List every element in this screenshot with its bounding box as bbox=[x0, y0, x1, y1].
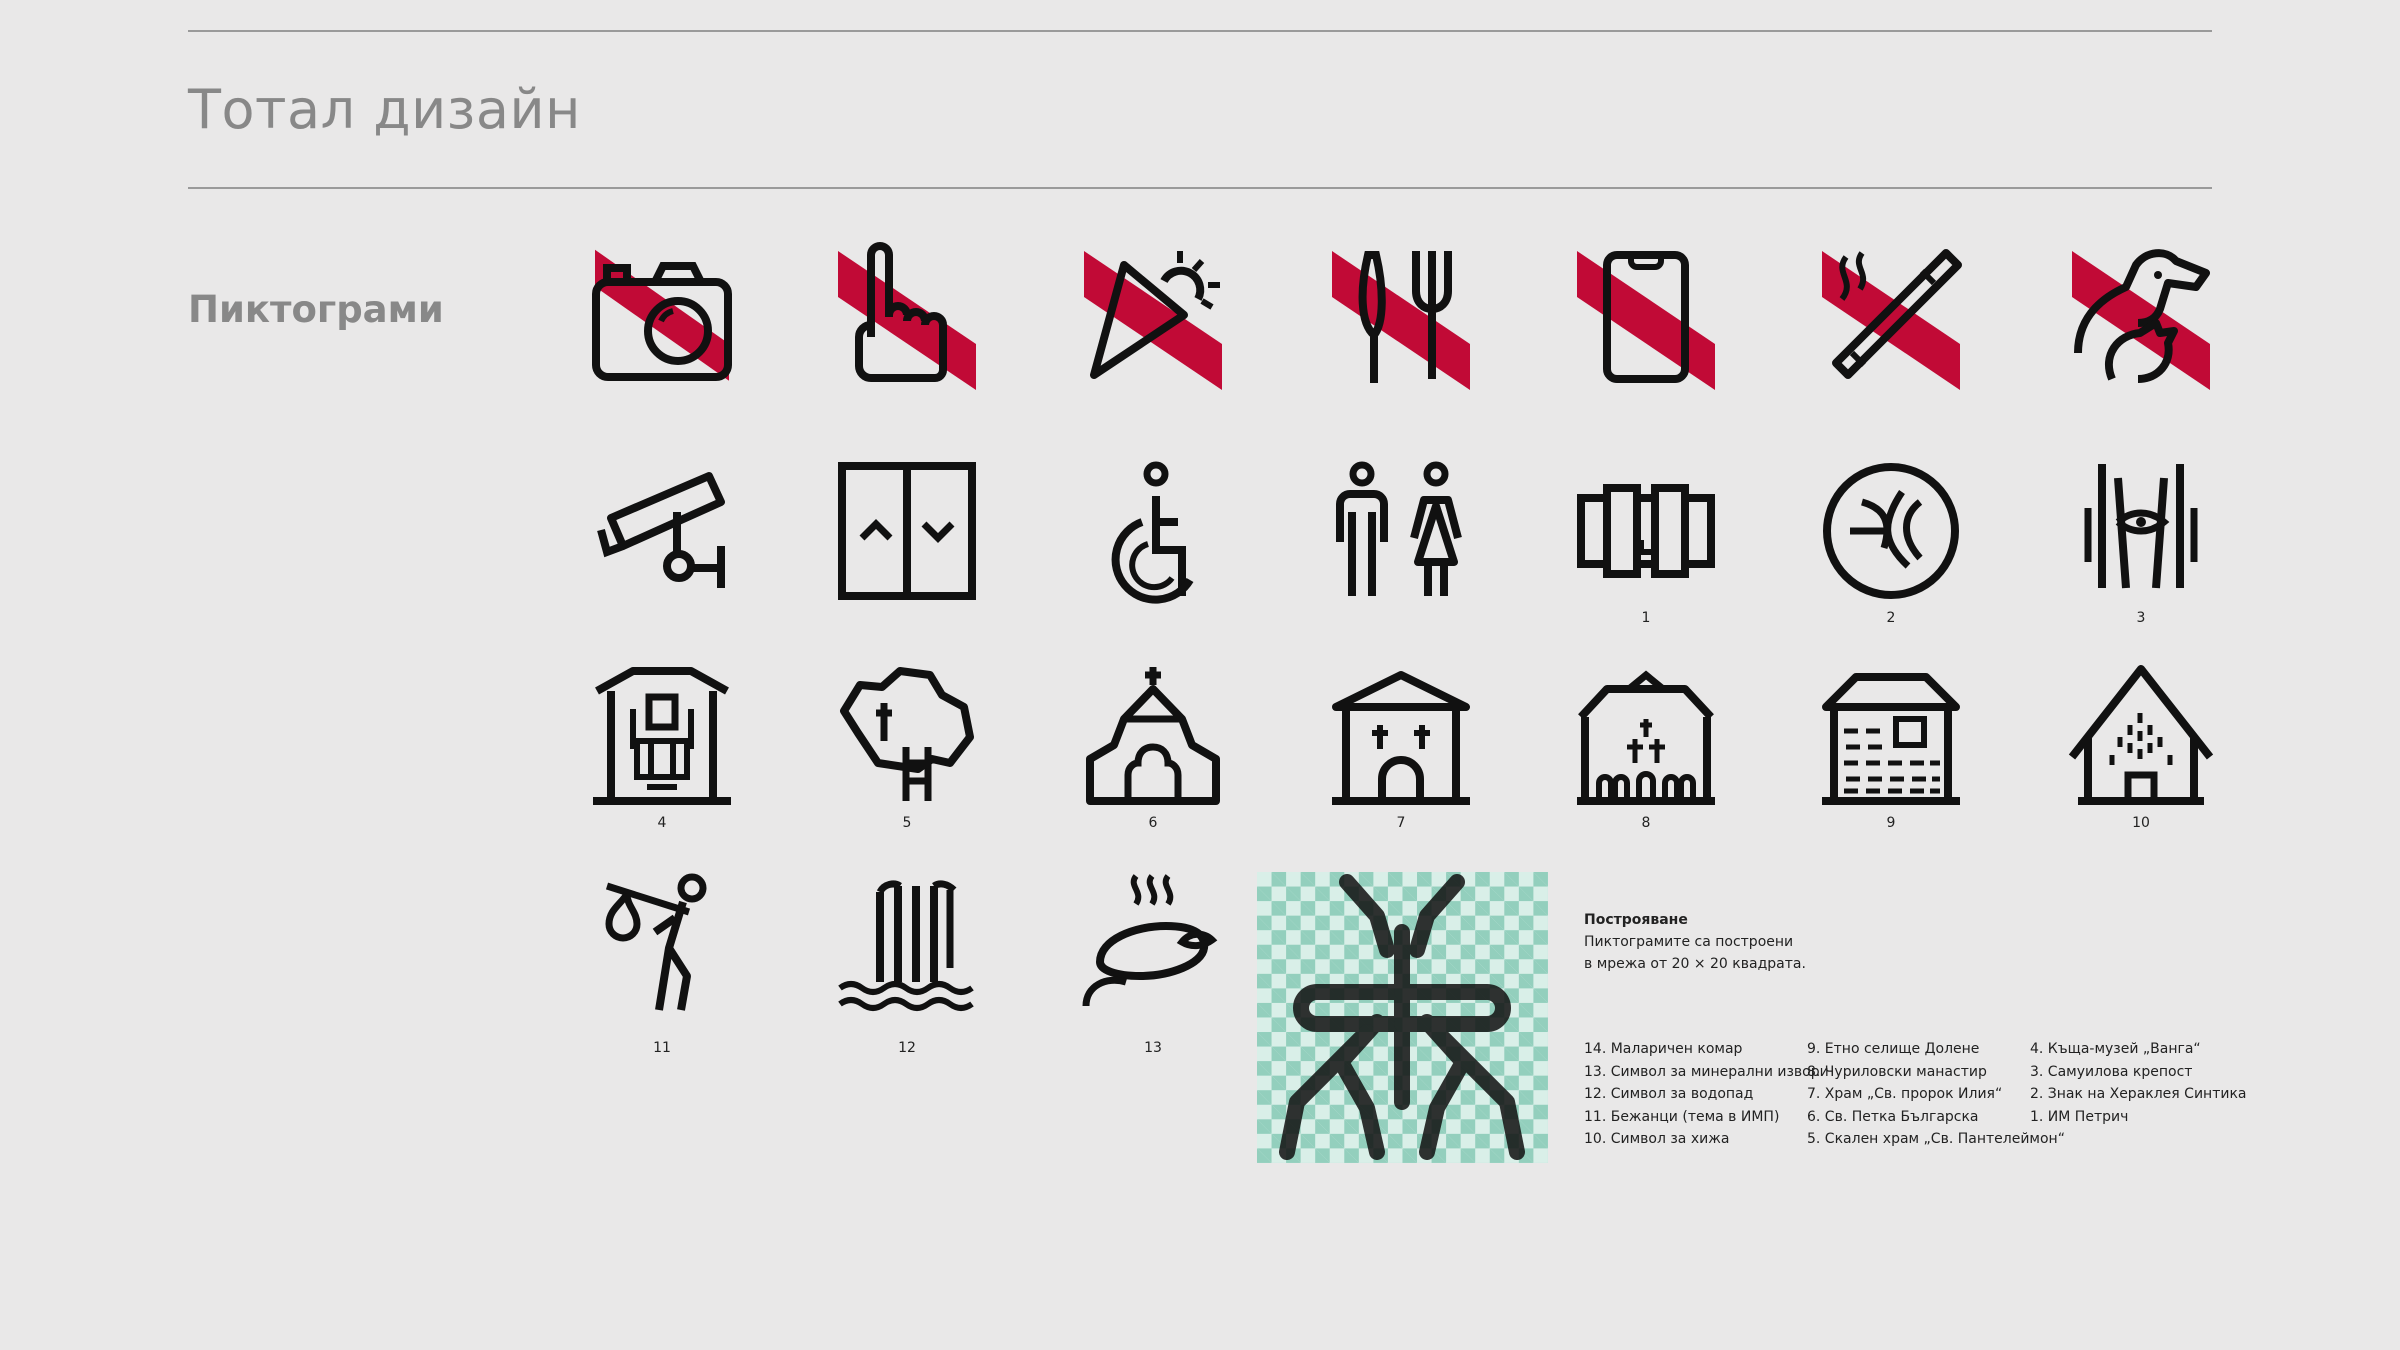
mineral-spring-icon bbox=[1082, 872, 1222, 1010]
legend-column: 14. Маларичен комар 13. Символ за минера… bbox=[1584, 1038, 1829, 1151]
pictogram-number: 10 bbox=[2132, 815, 2150, 831]
pictogram-number: 6 bbox=[1148, 815, 1158, 831]
waterfall-icon bbox=[838, 872, 976, 1011]
legend-item: 2. Знак на Хераклея Синтика bbox=[2030, 1086, 2247, 1102]
heraclea-sign-icon bbox=[2072, 462, 2210, 600]
no-phone-icon bbox=[1577, 245, 1715, 390]
pictogram-number: 5 bbox=[902, 815, 912, 831]
temple-icon bbox=[1332, 667, 1470, 805]
malaria-mosquito-icon bbox=[1279, 874, 1525, 1160]
note-heading: Построяване bbox=[1584, 912, 1688, 928]
church-icon bbox=[1084, 667, 1222, 805]
legend-item: 9. Етно селище Долене bbox=[1807, 1041, 1980, 1057]
pictogram-number: 12 bbox=[898, 1040, 916, 1056]
pictogram-number: 13 bbox=[1144, 1040, 1162, 1056]
pictogram-number: 3 bbox=[2136, 610, 2146, 626]
refugee-icon bbox=[593, 872, 731, 1011]
legend-item: 3. Самуилова крепост bbox=[2030, 1063, 2193, 1080]
note-line: Пиктограмите са построени bbox=[1584, 934, 1794, 950]
security-camera-icon bbox=[593, 462, 731, 600]
pictogram-number: 11 bbox=[653, 1040, 671, 1056]
construction-note: Построяване Пиктограмите са построени в … bbox=[1584, 909, 1944, 975]
pictogram-number: 8 bbox=[1641, 815, 1651, 831]
pictogram-number: 4 bbox=[657, 815, 667, 831]
monastery-icon bbox=[1577, 667, 1715, 805]
rock-church-icon bbox=[838, 667, 976, 805]
legend-item: 4. Къща-музей „Ванга“ bbox=[2030, 1041, 2201, 1057]
no-smoking-icon bbox=[1822, 245, 1962, 390]
note-line: в мрежа от 20 × 20 квадрата. bbox=[1584, 956, 1806, 972]
pictogram-number: 1 bbox=[1641, 610, 1651, 626]
no-flash-icon bbox=[1084, 245, 1222, 390]
elevator-icon bbox=[838, 462, 976, 600]
legend-item: 14. Маларичен комар bbox=[1584, 1041, 1743, 1057]
no-touching-icon bbox=[838, 242, 976, 390]
pictogram-number: 9 bbox=[1886, 815, 1896, 831]
legend-item: 10. Символ за хижа bbox=[1584, 1131, 1730, 1147]
pictogram-number: 7 bbox=[1396, 815, 1406, 831]
restroom-icon bbox=[1332, 461, 1470, 600]
top-rule bbox=[188, 30, 2212, 32]
vanga-house-icon bbox=[593, 667, 731, 805]
legend-item: 11. Бежанци (тема в ИМП) bbox=[1584, 1108, 1780, 1125]
page-title: Тотал дизайн bbox=[188, 78, 581, 141]
museum-building-icon bbox=[1577, 462, 1715, 600]
section-title: Пиктограми bbox=[188, 288, 444, 331]
wheelchair-icon bbox=[1084, 461, 1222, 604]
legend-item: 6. Св. Петка Българска bbox=[1807, 1108, 1979, 1125]
village-house-icon bbox=[1822, 667, 1960, 805]
legend-item: 1. ИМ Петрич bbox=[2030, 1108, 2129, 1125]
legend-item: 13. Символ за минерални извори bbox=[1584, 1063, 1829, 1080]
legend-column: 4. Къща-музей „Ванга“ 3. Самуилова крепо… bbox=[2030, 1038, 2246, 1128]
legend-column: 9. Етно селище Долене 8. Чуриловски мана… bbox=[1807, 1038, 2065, 1151]
no-food-icon bbox=[1332, 245, 1470, 390]
no-pets-icon bbox=[2072, 245, 2210, 390]
fortress-emblem-icon bbox=[1822, 462, 1960, 600]
legend-item: 8. Чуриловски манастир bbox=[1807, 1063, 1987, 1080]
pictogram-number: 2 bbox=[1886, 610, 1896, 626]
no-photography-icon bbox=[592, 245, 732, 383]
legend-item: 5. Скален храм „Св. Пантелеймон“ bbox=[1807, 1131, 2065, 1147]
legend-item: 7. Храм „Св. пророк Илия“ bbox=[1807, 1086, 2003, 1102]
legend-item: 12. Символ за водопад bbox=[1584, 1086, 1754, 1102]
header-rule bbox=[188, 187, 2212, 189]
hut-icon bbox=[2068, 665, 2214, 805]
construction-grid bbox=[1257, 872, 1548, 1163]
